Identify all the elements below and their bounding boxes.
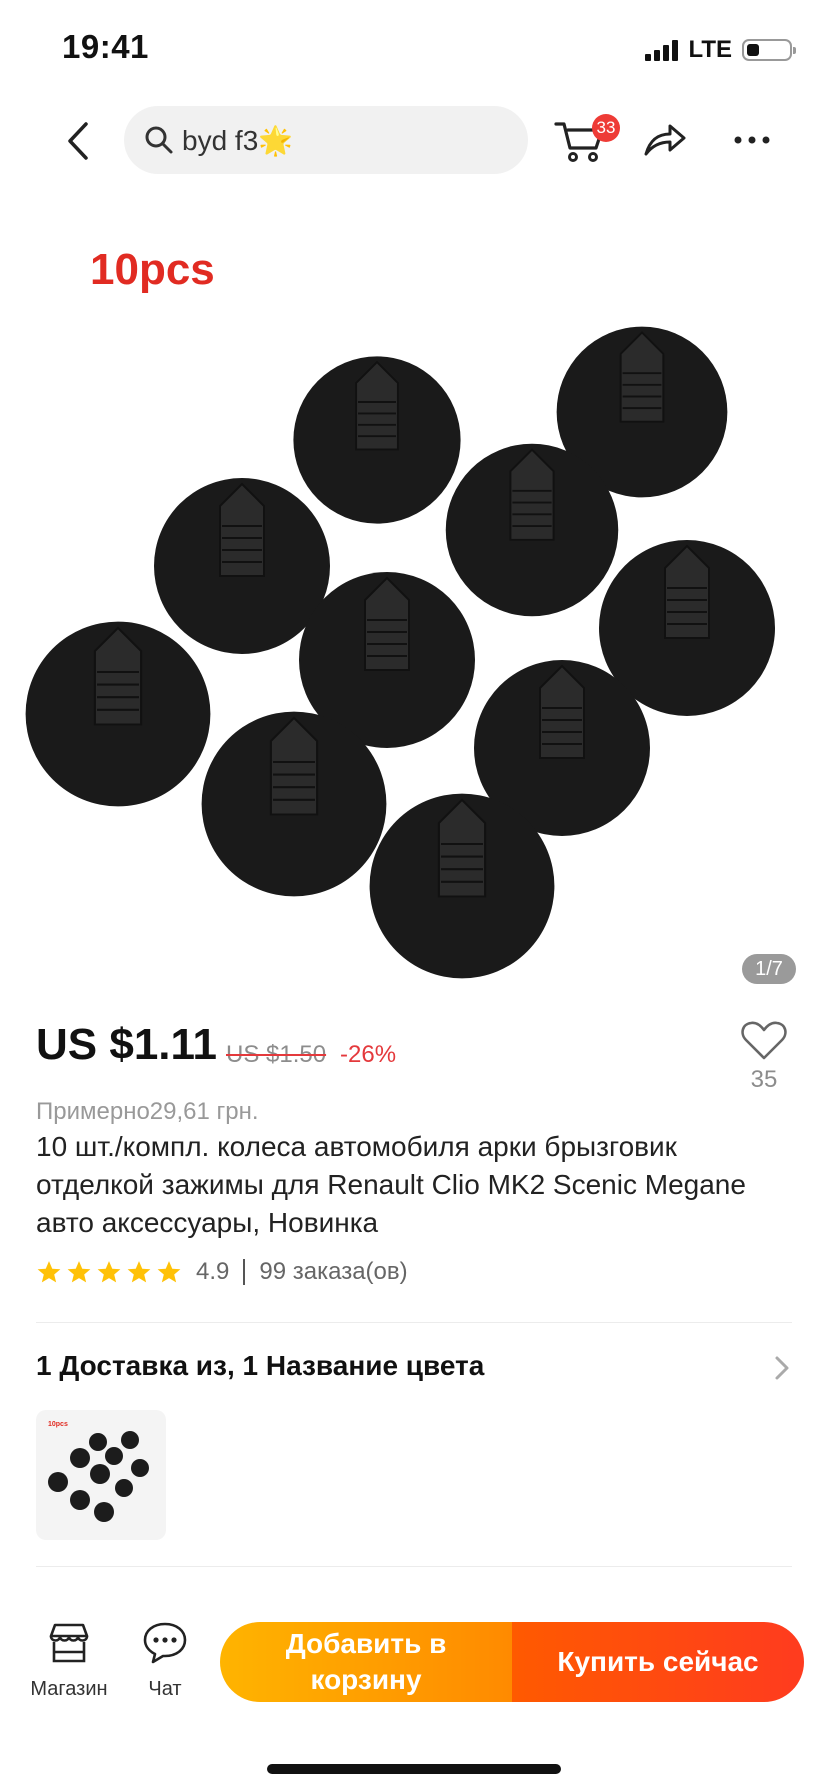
chat-icon <box>143 1622 187 1664</box>
star-icon <box>97 1261 121 1283</box>
home-indicator[interactable] <box>267 1764 561 1774</box>
thumbnail-image: 10pcs <box>48 1421 149 1522</box>
status-time: 19:41 <box>62 28 149 65</box>
status-indicators: LTE <box>645 36 796 64</box>
search-input[interactable]: byd f3🌟 <box>124 106 528 174</box>
wishlist-count: 35 <box>750 1066 778 1093</box>
store-label: Магазин <box>30 1678 108 1700</box>
more-button[interactable] <box>730 122 774 158</box>
orders-count: 99 заказа(ов) <box>259 1258 408 1285</box>
wishlist-button[interactable] <box>740 1018 788 1062</box>
price: US $1.11 <box>36 1020 218 1069</box>
divider <box>36 1322 792 1323</box>
add-to-cart-button[interactable]: Добавить в корзину <box>220 1622 512 1702</box>
add-to-cart-label: Добавить в корзину <box>285 1628 447 1695</box>
image-pcs-label: 10pcs <box>90 245 215 294</box>
rating-value: 4.9 <box>196 1258 230 1285</box>
more-icon <box>734 136 770 144</box>
store-icon <box>49 1623 89 1663</box>
delivery-options[interactable]: 1 Доставка из, 1 Название цвета <box>36 1350 484 1382</box>
search-icon <box>145 126 173 154</box>
share-button[interactable] <box>640 118 688 162</box>
rating-row[interactable]: 4.9 99 заказа(ов) <box>36 1258 408 1286</box>
variant-thumbnail[interactable]: 10pcs <box>36 1410 166 1540</box>
store-button[interactable]: Магазин <box>22 1620 116 1700</box>
search-query: byd f3🌟 <box>182 124 294 156</box>
network-type: LTE <box>688 36 732 63</box>
cart-count-badge: 33 <box>592 114 620 142</box>
star-icon <box>37 1261 61 1283</box>
signal-icon <box>645 39 679 61</box>
rating-stars <box>36 1259 186 1285</box>
star-icon <box>157 1261 181 1283</box>
chat-button[interactable]: Чат <box>130 1620 200 1700</box>
star-icon <box>67 1261 91 1283</box>
share-icon <box>644 124 686 156</box>
chat-label: Чат <box>148 1678 182 1700</box>
discount-badge: -26% <box>340 1041 397 1068</box>
battery-icon <box>742 39 796 61</box>
buy-now-button[interactable]: Купить сейчас <box>512 1622 804 1702</box>
old-price: US $1.50 <box>226 1041 327 1068</box>
heart-icon <box>741 1021 787 1060</box>
buy-now-label: Купить сейчас <box>557 1646 759 1677</box>
product-photo-clips <box>24 325 776 980</box>
image-counter: 1/7 <box>742 954 796 984</box>
thumb-label: 10pcs <box>48 1421 68 1428</box>
back-button[interactable] <box>58 116 98 166</box>
back-icon <box>68 122 88 160</box>
divider <box>243 1259 246 1285</box>
approx-price: Примерно29,61 грн. <box>36 1098 259 1125</box>
product-image[interactable] <box>0 200 828 1000</box>
divider <box>36 1566 792 1567</box>
chevron-right-icon[interactable] <box>772 1353 792 1383</box>
star-icon <box>127 1261 151 1283</box>
product-title: 10 шт./компл. колеса автомобиля арки бры… <box>36 1131 746 1238</box>
